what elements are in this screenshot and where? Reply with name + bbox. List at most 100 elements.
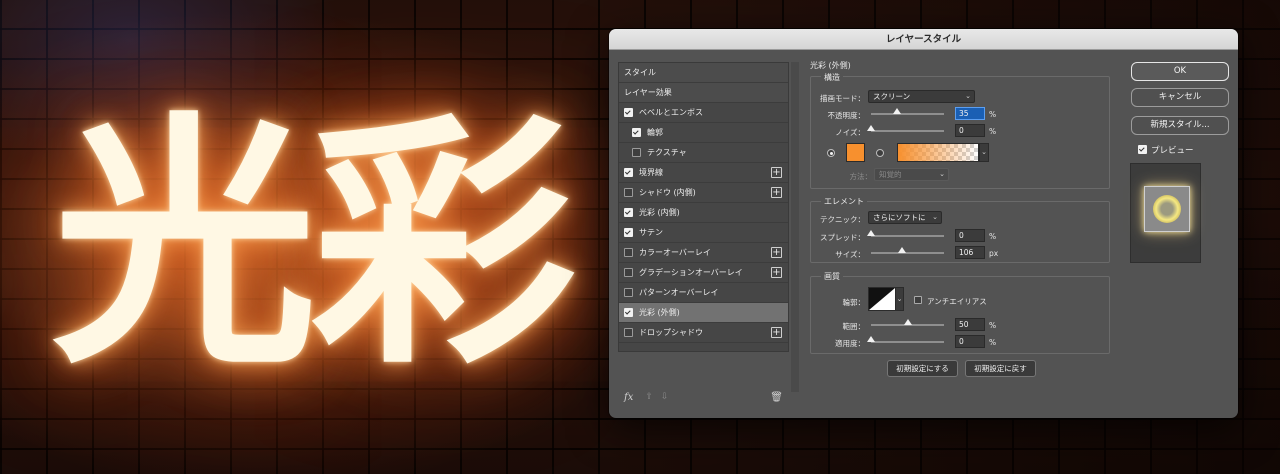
style-checkbox[interactable] [624,188,633,197]
cancel-button[interactable]: キャンセル [1131,88,1229,107]
opacity-slider-thumb[interactable] [892,108,901,114]
style-checkbox[interactable] [624,108,633,117]
style-list-item[interactable]: ベベルとエンボス [619,103,788,123]
dialog-title: レイヤースタイル [609,29,1238,50]
noise-label: ノイズ： [835,128,865,137]
opacity-input[interactable]: 35 [955,107,985,120]
opacity-unit: % [989,110,997,119]
add-effect-icon[interactable]: + [771,327,782,338]
size-unit: px [989,249,999,258]
style-list-item[interactable]: スタイル [619,63,788,83]
style-checkbox[interactable] [624,288,633,297]
method-label: 方法： [849,172,873,181]
range-input[interactable]: 50 [955,318,985,331]
reset-default-button[interactable]: 初期設定に戻す [965,360,1036,377]
style-list-item[interactable]: レイヤー効果 [619,83,788,103]
spread-slider-thumb[interactable] [867,230,875,236]
style-list-label: 光彩 (内側) [639,208,680,217]
trash-icon[interactable]: 🗑 [770,392,783,403]
gradient-picker[interactable] [897,143,979,162]
style-checkbox[interactable] [624,208,633,217]
quality-title: 画質 [821,271,843,282]
antialias-checkbox[interactable] [914,296,922,304]
solid-color-radio[interactable] [827,149,835,157]
style-list-item[interactable]: グラデーションオーバーレイ + [619,263,788,283]
style-list-item[interactable]: テクスチャ [619,143,788,163]
add-effect-icon[interactable]: + [771,267,782,278]
new-style-button[interactable]: 新規スタイル... [1131,116,1229,135]
noise-slider-thumb[interactable] [867,125,875,131]
style-checkbox[interactable] [624,308,633,317]
style-list-item[interactable]: ドロップシャドウ + [619,323,788,343]
jitter-unit: % [989,338,997,347]
style-list-item[interactable]: 光彩 (内側) [619,203,788,223]
style-list-label: サテン [639,228,663,237]
range-slider[interactable] [871,319,944,326]
add-effect-icon[interactable]: + [771,187,782,198]
opacity-slider[interactable] [871,108,944,115]
size-input[interactable]: 106 [955,246,985,259]
technique-select[interactable]: さらにソフトに ⌄ [868,211,942,224]
size-slider-thumb[interactable] [897,247,906,253]
style-checkbox[interactable] [624,248,633,257]
style-checkbox[interactable] [624,228,633,237]
noise-unit: % [989,127,997,136]
blend-mode-select[interactable]: スクリーン ⌄ [868,90,975,103]
blend-mode-label: 描画モード： [820,94,865,103]
structure-title: 構造 [821,72,843,83]
neon-glow-text: 光彩 [52,92,576,400]
range-label: 範囲： [842,322,866,331]
fx-icon[interactable]: fx [624,392,633,403]
spread-slider[interactable] [867,230,944,237]
method-select[interactable]: 知覚的 ⌄ [874,168,949,181]
preview-glow [1153,195,1181,223]
style-checkbox[interactable] [632,128,641,137]
noise-slider[interactable] [867,125,944,132]
styles-list-footer: fx ⇧ ⇩ 🗑 [618,388,789,406]
styles-list-scrollbar[interactable] [791,62,799,392]
move-down-icon[interactable]: ⇩ [661,392,669,402]
contour-preview[interactable] [868,287,896,311]
gradient-dropdown[interactable]: ⌄ [979,143,989,162]
contour-dropdown[interactable]: ⌄ [895,287,904,311]
size-slider[interactable] [871,247,944,254]
elements-title: エレメント [821,196,867,207]
glow-color-swatch[interactable] [846,143,865,162]
style-list-item[interactable]: サテン [619,223,788,243]
style-list-item[interactable]: 光彩 (外側) [619,303,788,323]
style-list-label: ドロップシャドウ [639,328,703,337]
panel-title: 光彩 (外側) [810,61,851,70]
technique-label: テクニック： [820,215,865,224]
spread-input[interactable]: 0 [955,229,985,242]
spread-unit: % [989,232,997,241]
style-list-item[interactable]: カラーオーバーレイ + [619,243,788,263]
add-effect-icon[interactable]: + [771,167,782,178]
style-list-item[interactable]: 境界線 + [619,163,788,183]
add-effect-icon[interactable]: + [771,247,782,258]
preview-thumbnail [1144,186,1190,232]
jitter-slider-thumb[interactable] [867,336,875,342]
range-slider-thumb[interactable] [903,319,912,325]
antialias-label: アンチエイリアス [927,297,987,306]
preview-checkbox[interactable] [1138,145,1147,154]
jitter-label: 適用度： [835,339,865,348]
noise-input[interactable]: 0 [955,124,985,137]
move-up-icon[interactable]: ⇧ [645,392,653,402]
style-checkbox[interactable] [624,168,633,177]
style-list-label: ベベルとエンボス [639,108,703,117]
jitter-input[interactable]: 0 [955,335,985,348]
gradient-radio[interactable] [876,149,884,157]
jitter-slider[interactable] [867,336,944,343]
style-list-item[interactable]: 輪郭 [619,123,788,143]
style-list-item[interactable]: シャドウ (内側) + [619,183,788,203]
style-list-label: 輪郭 [647,128,663,137]
contour-label: 輪郭： [842,298,866,307]
style-list-item[interactable]: パターンオーバーレイ [619,283,788,303]
style-checkbox[interactable] [624,328,633,337]
style-list-label: スタイル [624,68,656,77]
style-list-label: シャドウ (内側) [639,188,696,197]
style-checkbox[interactable] [624,268,633,277]
ok-button[interactable]: OK [1131,62,1229,81]
style-checkbox[interactable] [632,148,641,157]
make-default-button[interactable]: 初期設定にする [887,360,958,377]
